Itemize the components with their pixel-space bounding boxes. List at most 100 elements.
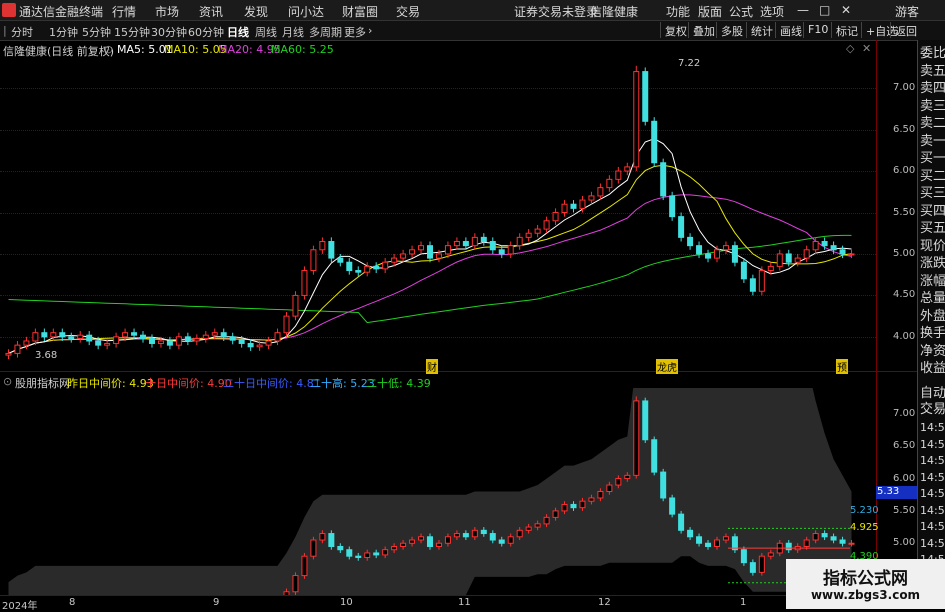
sub-candle[interactable]: [337, 545, 344, 551]
main-candle[interactable]: [59, 332, 66, 338]
main-candle[interactable]: [696, 245, 703, 255]
main-candle[interactable]: [633, 71, 640, 168]
main-candle[interactable]: [23, 340, 30, 346]
sub-candle[interactable]: [283, 591, 290, 595]
main-candle[interactable]: [409, 249, 416, 255]
sub-candle[interactable]: [758, 555, 765, 573]
sub-candle[interactable]: [409, 539, 416, 544]
finance-marker[interactable]: 财: [426, 359, 438, 374]
sub-candle[interactable]: [588, 497, 595, 502]
main-candle[interactable]: [543, 220, 550, 230]
main-candle[interactable]: [615, 170, 622, 180]
sub-candle[interactable]: [346, 549, 353, 557]
sub-candle[interactable]: [292, 575, 299, 593]
main-candle[interactable]: [705, 253, 712, 259]
main-candle[interactable]: [400, 253, 407, 259]
main-candle[interactable]: [220, 332, 227, 338]
sub-candle[interactable]: [839, 539, 846, 544]
main-candle[interactable]: [722, 245, 729, 251]
btn-huaxian[interactable]: 画线: [775, 22, 806, 38]
main-candle[interactable]: [175, 336, 182, 346]
sub-candle[interactable]: [597, 491, 604, 499]
longhu-marker[interactable]: 龙虎: [656, 359, 678, 374]
main-candle[interactable]: [561, 203, 568, 213]
btn-duogu[interactable]: 多股: [716, 22, 747, 38]
main-candle[interactable]: [14, 344, 21, 354]
menu-jiaoyi[interactable]: 交易: [396, 3, 420, 20]
sub-candle[interactable]: [301, 555, 308, 577]
period-30min[interactable]: 30分钟: [151, 24, 187, 40]
sub-candle[interactable]: [821, 533, 828, 538]
sub-candle[interactable]: [310, 539, 317, 557]
main-candle[interactable]: [839, 249, 846, 255]
main-candle[interactable]: [265, 340, 272, 346]
main-candle[interactable]: [651, 120, 658, 164]
sub-candle[interactable]: [444, 536, 451, 544]
main-candle[interactable]: [731, 245, 738, 263]
sub-candle[interactable]: [687, 529, 694, 538]
period-fenshi[interactable]: 分时: [11, 24, 33, 40]
menu-hangqing[interactable]: 行情: [112, 3, 136, 20]
main-candle[interactable]: [346, 261, 353, 272]
main-candle[interactable]: [68, 336, 75, 339]
sub-candle[interactable]: [507, 536, 514, 544]
chevron-right-icon[interactable]: ›: [368, 24, 372, 37]
sub-candle[interactable]: [480, 529, 487, 535]
sub-candle[interactable]: [516, 529, 523, 538]
main-candle[interactable]: [624, 166, 631, 172]
sub-candle[interactable]: [525, 526, 532, 531]
period-daily[interactable]: 日线: [227, 24, 249, 40]
collapse-icon[interactable]: ◇: [846, 42, 854, 55]
main-candle[interactable]: [507, 245, 514, 255]
login-notice[interactable]: 证券交易未登录: [514, 3, 598, 20]
main-candle[interactable]: [364, 265, 371, 273]
menu-zixun[interactable]: 资讯: [199, 3, 223, 20]
sub-candle[interactable]: [570, 503, 577, 509]
main-candle[interactable]: [41, 332, 48, 338]
forecast-marker[interactable]: 预: [836, 359, 848, 374]
sub-candle[interactable]: [391, 545, 398, 551]
main-candle[interactable]: [588, 195, 595, 201]
sub-gear-icon[interactable]: ⊙: [3, 375, 12, 388]
sub-candle[interactable]: [579, 500, 586, 509]
main-candle[interactable]: [131, 332, 138, 336]
main-candle[interactable]: [301, 270, 308, 296]
btn-fuquan[interactable]: 复权: [660, 22, 691, 38]
sub-candle[interactable]: [803, 539, 810, 547]
main-candle[interactable]: [785, 253, 792, 263]
sub-candle[interactable]: [642, 400, 649, 441]
sub-candle[interactable]: [669, 497, 676, 515]
sub-candle[interactable]: [355, 555, 362, 558]
main-candle[interactable]: [256, 344, 263, 348]
sub-candle[interactable]: [543, 516, 550, 525]
sub-candle[interactable]: [319, 533, 326, 541]
main-candle[interactable]: [328, 241, 335, 259]
main-candle[interactable]: [776, 253, 783, 267]
period-15min[interactable]: 15分钟: [114, 24, 150, 40]
sub-candle[interactable]: [749, 562, 756, 573]
main-candle[interactable]: [355, 270, 362, 273]
menu-xuanxiang[interactable]: 选项: [760, 3, 784, 20]
btn-diejia[interactable]: 叠加: [688, 22, 719, 38]
sub-candle[interactable]: [373, 552, 380, 556]
sub-candle[interactable]: [453, 533, 460, 538]
main-candle[interactable]: [740, 261, 747, 280]
sub-candle[interactable]: [418, 536, 425, 541]
menu-gongneng[interactable]: 功能: [666, 3, 690, 20]
candlestick-chart[interactable]: [0, 55, 876, 370]
main-candle[interactable]: [391, 257, 398, 263]
main-candle[interactable]: [373, 265, 380, 270]
main-candle[interactable]: [238, 339, 245, 344]
sub-candle[interactable]: [767, 552, 774, 557]
main-candle[interactable]: [202, 334, 209, 339]
sub-candle[interactable]: [812, 533, 819, 541]
main-candle[interactable]: [453, 241, 460, 247]
main-candle[interactable]: [498, 249, 505, 255]
main-candle[interactable]: [283, 315, 290, 334]
main-candle[interactable]: [669, 195, 676, 218]
main-candle[interactable]: [480, 236, 487, 243]
main-candle[interactable]: [77, 334, 84, 339]
main-candle[interactable]: [157, 340, 164, 344]
sub-candle[interactable]: [364, 552, 371, 558]
main-candle[interactable]: [713, 249, 720, 259]
